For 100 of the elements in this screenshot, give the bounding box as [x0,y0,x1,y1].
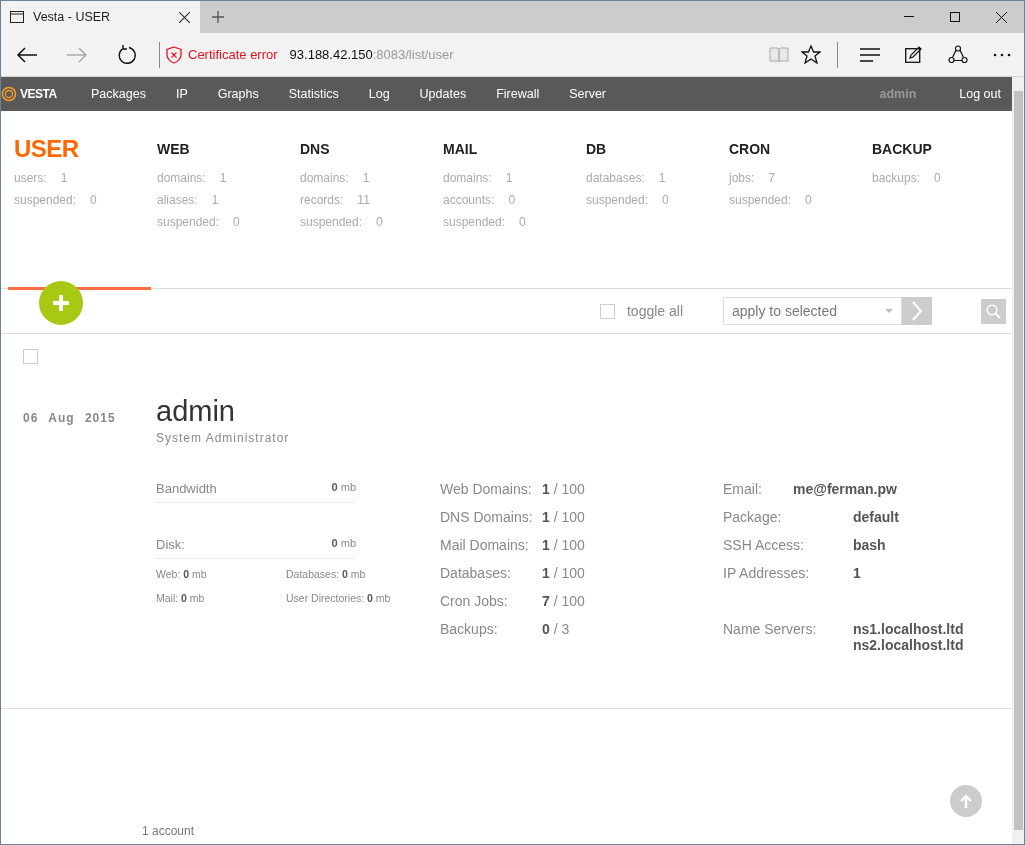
browser-tab[interactable]: Vesta - USER [1,1,200,33]
disk-value: 0 mb [331,537,356,551]
stat-label: suspended: [443,215,506,231]
hub-lines-icon[interactable] [860,47,880,62]
nav-link[interactable]: Graphs [215,87,261,101]
stat-label: suspended: [14,193,77,209]
stat-value: 0 [519,215,526,231]
plus-icon[interactable] [212,11,224,23]
stat-value: 1 [658,171,666,187]
limit-label: Web Domains: [440,481,533,499]
user-role: System Administrator [156,431,291,445]
certificate-error[interactable]: Certificate error [166,45,278,64]
maximize-icon[interactable] [950,12,960,22]
limit-value: 7 / 100 [542,593,585,611]
created-date: 06 Aug 2015 [22,410,117,427]
limit-value: 1 / 100 [542,509,585,527]
stats-tab[interactable]: DB [586,141,723,171]
action-dropdown[interactable]: apply to selected [723,297,902,325]
stat-value: 0 [233,215,240,231]
refresh-icon[interactable] [118,45,136,64]
limit-label: Cron Jobs: [440,593,509,611]
stat-label: backups: [872,171,921,187]
stat-value: 1 [362,171,370,187]
scrollbar[interactable] [1012,77,1024,844]
up-arrow-icon [960,794,972,808]
disk-usage-text: User Directories: 0 mb [286,592,392,604]
page-icon [10,11,24,23]
more-icon[interactable] [993,52,1011,57]
nav-link[interactable]: Server [567,87,609,101]
close-icon[interactable] [995,11,1007,23]
stat-label: suspended: [586,193,649,209]
stat-value: 0 [90,193,97,209]
ring-icon [1,86,17,102]
stat-label: jobs: [729,171,755,187]
detail-label: SSH Access: [723,537,805,555]
note-pen-icon[interactable] [905,46,923,63]
star-icon[interactable] [801,45,821,64]
detail-label: IP Addresses: [723,565,811,583]
detail-label: Email: [723,481,763,499]
detail-value: 1 [853,565,861,583]
stat-value: 0 [934,171,941,187]
stat-value: 1 [219,171,227,187]
disk-label: Disk: [156,537,185,552]
detail-label: Package: [723,509,783,527]
stat-label: suspended: [157,215,220,231]
row-checkbox[interactable] [23,349,38,364]
vesta-logo[interactable]: VESTA [1,86,87,102]
stat-value: 1 [60,171,68,187]
share-icon[interactable] [948,45,968,64]
nav-link[interactable]: Log [366,87,392,101]
shield-icon [166,45,182,64]
stat-value: 0 [805,193,812,209]
stats-tab[interactable]: BACKUP [872,141,1009,171]
disk-usage-text: Web: 0 mb [156,568,208,580]
nav-link[interactable]: Statistics [286,87,341,101]
stats-tab[interactable]: CRON [729,141,866,171]
limit-value: 1 / 100 [542,537,585,555]
toggle-all-checkbox[interactable] [599,303,615,319]
stat-value: 0 [508,193,516,209]
bandwidth-value: 0 mb [331,481,356,495]
stat-label: users: [14,171,47,187]
limit-value: 1 / 100 [542,481,585,499]
stat-value: 11 [357,193,370,209]
name-server: ns1.localhost.ltd [853,621,964,637]
close-icon[interactable] [179,11,190,23]
limit-label: DNS Domains: [440,509,534,527]
stats-tab[interactable]: DNS [300,141,437,171]
stat-value: 0 [662,193,669,209]
stat-label: suspended: [729,193,792,209]
chevron-icon [911,301,923,321]
stat-label: accounts: [443,193,495,209]
stats-tab[interactable]: MAIL [443,141,580,171]
stat-value: 0 [376,215,383,231]
stat-value: 1 [505,171,513,187]
stat-label: domains: [443,171,492,187]
address-bar[interactable]: 93.188.42.150:8083/list/user [289,47,763,62]
limit-label: Mail Domains: [440,537,530,555]
user-name[interactable]: admin [156,395,1012,431]
nav-link[interactable]: Firewall [494,87,542,101]
logout-link[interactable]: Log out [959,87,1001,101]
toggle-all-label[interactable]: toggle all [626,303,683,319]
back-arrow-icon[interactable] [17,46,37,63]
limit-value: 0 / 3 [542,621,570,639]
search-icon [986,303,1001,319]
minimize-icon[interactable] [904,16,914,18]
disk-usage-text: Databases: 0 mb [286,568,367,580]
detail-value: me@ferman.pw [793,481,897,499]
stat-label: databases: [586,171,645,187]
nav-link[interactable]: IP [173,87,190,101]
nav-link[interactable]: Updates [417,87,469,101]
plus-icon [52,294,70,312]
limit-value: 1 / 100 [542,565,585,583]
nav-link[interactable]: Packages [89,87,148,101]
disk-usage-text: Mail: 0 mb [156,592,206,604]
detail-value: bash [853,537,886,555]
dropdown-caret-icon [885,309,893,313]
stat-label: aliases: [157,193,198,209]
account-count: 1 account [142,824,195,838]
stats-tab[interactable]: WEB [157,141,294,171]
limit-label: Backups: [440,621,499,639]
